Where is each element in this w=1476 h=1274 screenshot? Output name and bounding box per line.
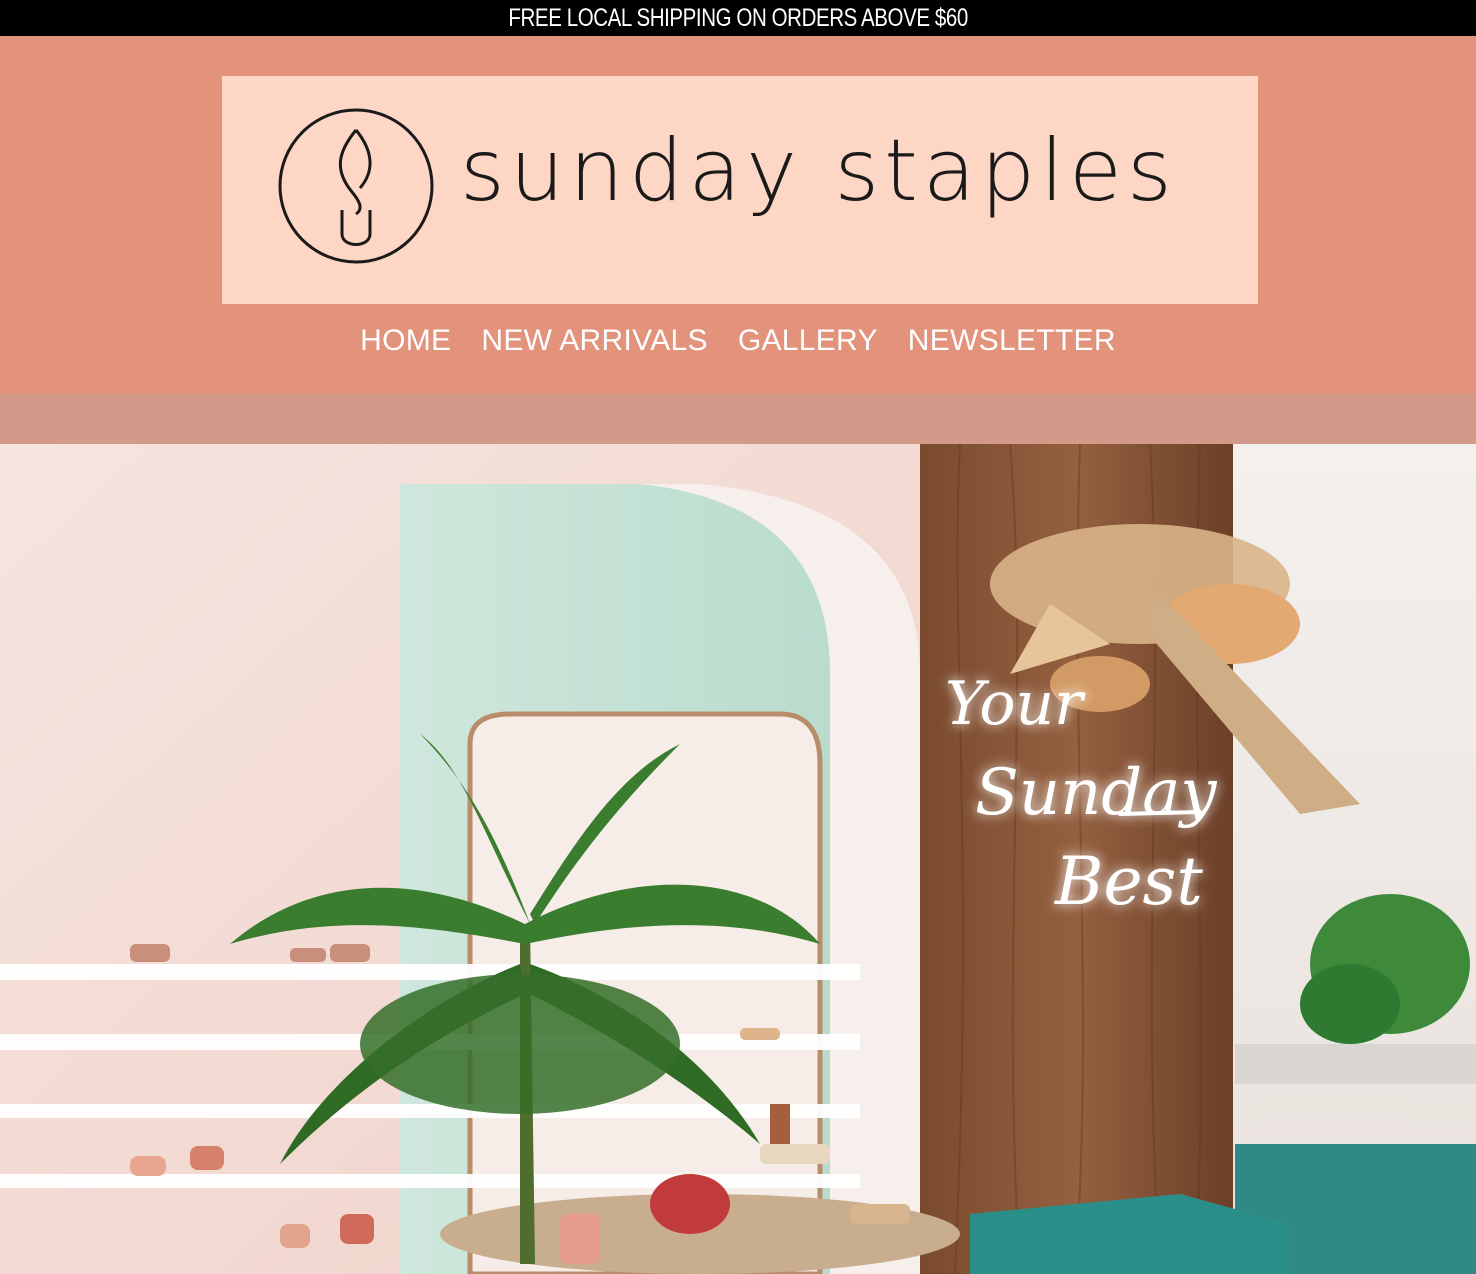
neon-line-1: Your — [945, 669, 1086, 739]
nav-item-home[interactable]: HOME — [360, 324, 451, 358]
nav-item-gallery[interactable]: GALLERY — [738, 324, 878, 358]
neon-line-2: Sunday — [975, 756, 1217, 830]
logo-link[interactable]: sunday staples — [222, 76, 1258, 304]
hero-image: Your Sunday Best — [0, 444, 1476, 1274]
neon-line-3: Best — [1054, 843, 1203, 920]
site-header: sunday staples HOME NEW ARRIVALS GALLERY… — [0, 36, 1476, 394]
store-interior-illustration: Your Sunday Best — [0, 444, 1476, 1274]
main-nav: HOME NEW ARRIVALS GALLERY NEWSLETTER — [0, 324, 1476, 358]
nav-item-new-arrivals[interactable]: NEW ARRIVALS — [481, 324, 707, 358]
nav-item-newsletter[interactable]: NEWSLETTER — [908, 324, 1116, 358]
announcement-bar: FREE LOCAL SHIPPING ON ORDERS ABOVE $60 — [0, 0, 1476, 36]
brand-wordmark: sunday staples — [460, 121, 1177, 221]
ss-monogram-icon — [278, 108, 434, 264]
header-divider-band — [0, 394, 1476, 444]
announcement-text: FREE LOCAL SHIPPING ON ORDERS ABOVE $60 — [508, 3, 968, 32]
